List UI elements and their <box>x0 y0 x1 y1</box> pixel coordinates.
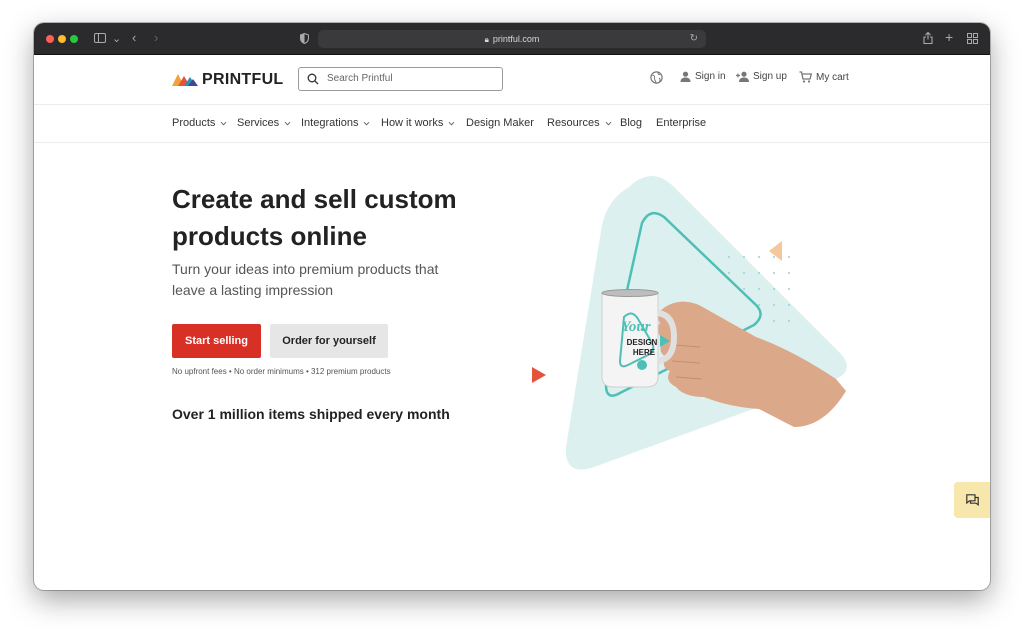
nav-item-products[interactable]: Products <box>172 117 227 129</box>
shipped-stat: Over 1 million items shipped every month <box>172 406 450 422</box>
logo-mountains-icon <box>172 74 198 86</box>
sign-up-label: Sign up <box>753 71 787 82</box>
nav-item-services[interactable]: Services <box>237 117 291 129</box>
forward-icon[interactable]: › <box>154 31 158 44</box>
logo-text: PRINTFUL <box>202 71 284 88</box>
share-icon[interactable] <box>923 31 933 47</box>
nav-item-enterprise[interactable]: Enterprise <box>656 117 706 129</box>
main-nav: Products Services Integrations How it wo… <box>34 105 990 143</box>
user-icon <box>680 71 691 82</box>
order-for-yourself-button[interactable]: Order for yourself <box>270 324 388 358</box>
minimize-window-button[interactable] <box>58 35 66 43</box>
start-selling-button[interactable]: Start selling <box>172 324 261 358</box>
cart-link[interactable]: My cart <box>799 71 849 83</box>
mug-rim <box>601 289 659 297</box>
search-input[interactable]: Search Printful <box>298 67 503 91</box>
new-tab-icon[interactable]: + <box>945 30 953 44</box>
address-bar[interactable]: 🔒︎ printful.com ↻ <box>318 30 706 48</box>
close-window-button[interactable] <box>46 35 54 43</box>
nav-label: Resources <box>547 117 600 129</box>
sign-up-link[interactable]: Sign up <box>735 71 787 82</box>
nav-label: Services <box>237 117 280 129</box>
accent-triangle-red <box>532 367 546 383</box>
add-user-icon <box>736 71 749 82</box>
chevron-down-icon <box>221 121 227 126</box>
site-header: PRINTFUL Search Printful Sign in Sign up… <box>34 55 990 105</box>
globe-icon[interactable] <box>650 71 667 84</box>
nav-label: Enterprise <box>656 117 707 129</box>
search-icon <box>307 73 319 85</box>
nav-label: Integrations <box>301 117 359 129</box>
nav-label: Products <box>172 117 216 129</box>
chevron-down-icon <box>284 121 291 126</box>
mug-text-your: Your <box>621 319 650 335</box>
nav-label: Design Maker <box>466 117 534 129</box>
browser-toolbar: ⌄ ‹ › 🔒︎ printful.com ↻ + <box>34 23 990 55</box>
search-placeholder: Search Printful <box>327 73 393 84</box>
nav-label: How it works <box>381 117 444 129</box>
mug-text-here: HERE <box>633 348 656 357</box>
zoom-window-button[interactable] <box>70 35 78 43</box>
cart-icon <box>799 71 812 83</box>
nav-item-design-maker[interactable]: Design Maker <box>466 117 534 129</box>
lock-icon: 🔒︎ <box>484 35 489 44</box>
tab-overview-icon[interactable] <box>967 33 978 47</box>
nav-item-integrations[interactable]: Integrations <box>301 117 370 129</box>
chevron-down-icon <box>605 121 611 126</box>
sign-in-link[interactable]: Sign in <box>680 71 726 82</box>
sign-in-label: Sign in <box>695 71 726 82</box>
reload-icon[interactable]: ↻ <box>690 30 698 48</box>
chevron-down-icon <box>448 121 455 126</box>
chat-icon <box>965 494 979 506</box>
nav-item-resources[interactable]: Resources <box>547 117 612 129</box>
nav-item-blog[interactable]: Blog <box>620 117 642 129</box>
chevron-down-icon <box>364 121 370 126</box>
url-text: printful.com <box>492 34 540 44</box>
shield-icon[interactable] <box>299 32 310 47</box>
cart-label: My cart <box>816 71 849 83</box>
browser-window: ⌄ ‹ › 🔒︎ printful.com ↻ + PRINTFUL Searc… <box>34 23 990 590</box>
hero-illustration: Your DESIGN HERE <box>532 176 847 470</box>
chat-button[interactable] <box>954 482 990 518</box>
hero-title: Create and sell custom products online <box>172 184 457 251</box>
printful-logo[interactable]: PRINTFUL <box>172 71 284 89</box>
nav-item-how-it-works[interactable]: How it works <box>381 117 455 129</box>
nav-label: Blog <box>620 117 643 129</box>
fine-print: No upfront fees • No order minimums • 31… <box>172 367 391 376</box>
sidebar-toggle-icon[interactable] <box>94 33 106 43</box>
accent-triangle-orange <box>769 241 782 261</box>
chevron-down-icon[interactable]: ⌄ <box>112 33 121 45</box>
hero-subtitle: Turn your ideas into premium products th… <box>172 261 439 298</box>
back-icon[interactable]: ‹ <box>132 31 136 44</box>
mug-text-design: DESIGN <box>627 338 658 347</box>
